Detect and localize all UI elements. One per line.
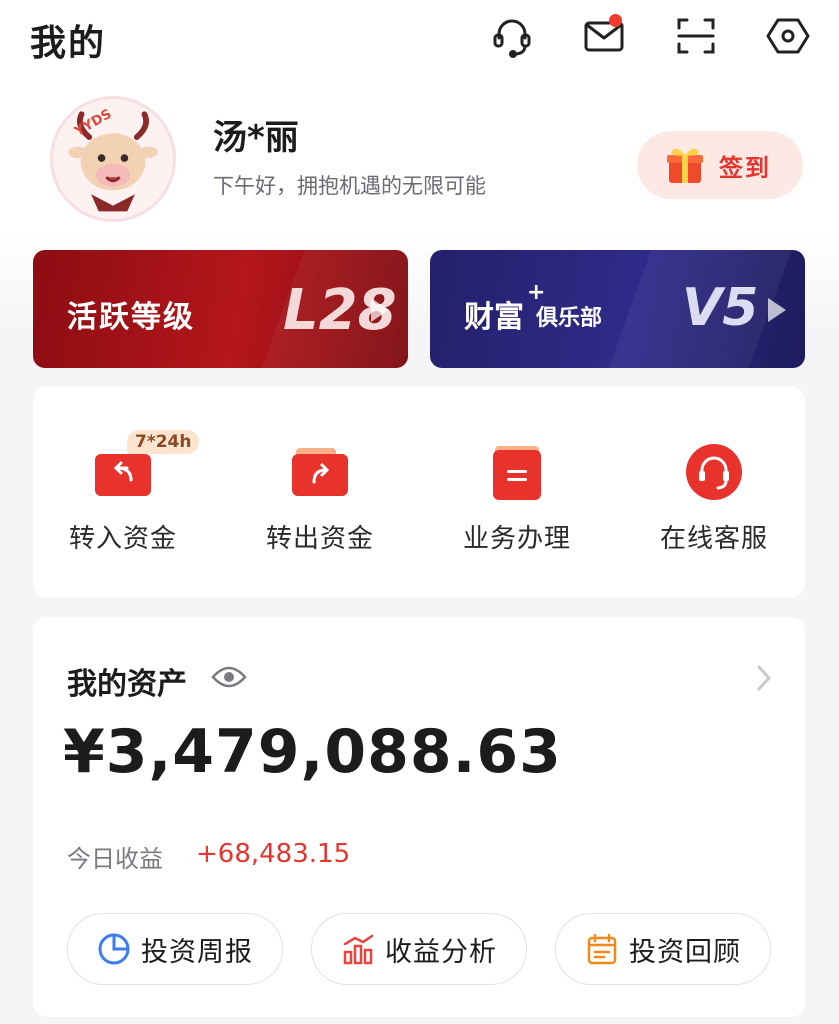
assets-card: 我的资产 ¥3,479,088.63 今日收益 +68,483.15 投资周报 … — [33, 617, 805, 1017]
earnings-analysis-button[interactable]: 收益分析 — [311, 913, 527, 985]
mail-icon[interactable] — [582, 14, 626, 58]
customer-service-button[interactable]: 在线客服 — [634, 426, 794, 566]
arrow-right-icon — [371, 298, 389, 322]
settings-icon[interactable] — [766, 14, 810, 58]
page-title: 我的 — [30, 23, 107, 64]
pie-chart-icon — [98, 933, 130, 965]
action-label: 转出资金 — [265, 524, 374, 554]
wealth-club-label: 财富 — [464, 300, 524, 335]
pill-label: 投资回顾 — [629, 936, 741, 968]
action-label: 业务办理 — [462, 524, 571, 554]
today-earnings-value: +68,483.15 — [196, 839, 351, 869]
today-earnings-label: 今日收益 — [67, 845, 163, 873]
checkin-button[interactable]: 签到 — [637, 131, 803, 199]
assets-title: 我的资产 — [67, 667, 187, 702]
bar-chart-icon — [343, 934, 374, 965]
pill-label: 收益分析 — [385, 936, 497, 968]
total-assets-amount: ¥3,479,088.63 — [63, 717, 562, 787]
wealth-club-value: V5 — [682, 278, 759, 338]
greeting: 下午好，拥抱机遇的无限可能 — [213, 174, 486, 198]
active-level-label: 活跃等级 — [67, 300, 195, 335]
calendar-icon — [587, 933, 617, 965]
action-label: 转入资金 — [68, 524, 177, 554]
checkin-label: 签到 — [719, 153, 771, 182]
pill-label: 投资周报 — [141, 936, 253, 968]
eye-icon[interactable] — [211, 663, 247, 691]
transfer-out-button[interactable]: 转出资金 — [240, 426, 400, 566]
avatar[interactable]: YYDS — [50, 96, 176, 222]
badge-247: 7*24h — [127, 430, 200, 454]
transfer-out-icon — [292, 448, 348, 496]
investment-weekly-button[interactable]: 投资周报 — [67, 913, 283, 985]
unread-dot — [609, 14, 622, 27]
chevron-right-icon[interactable] — [753, 663, 775, 693]
wealth-club-sub: 俱乐部 — [536, 306, 603, 331]
scan-icon[interactable] — [674, 14, 718, 58]
quick-actions-panel: 7*24h 转入资金 转出资金 业务办理 在线客服 — [33, 386, 805, 598]
business-icon — [493, 446, 541, 500]
gift-icon — [667, 148, 703, 183]
customer-service-icon — [686, 444, 742, 500]
wealth-club-card[interactable]: 财富 + 俱乐部 V5 — [430, 250, 805, 368]
business-button[interactable]: 业务办理 — [437, 426, 597, 566]
arrow-right-icon — [768, 298, 786, 322]
action-label: 在线客服 — [659, 524, 768, 554]
headset-icon[interactable] — [490, 14, 534, 58]
transfer-in-button[interactable]: 7*24h 转入资金 — [43, 426, 203, 566]
investment-review-button[interactable]: 投资回顾 — [555, 913, 771, 985]
active-level-card[interactable]: 活跃等级 L28 — [33, 250, 408, 368]
top-bar: 我的 — [0, 0, 839, 80]
username: 汤*丽 — [213, 118, 299, 158]
